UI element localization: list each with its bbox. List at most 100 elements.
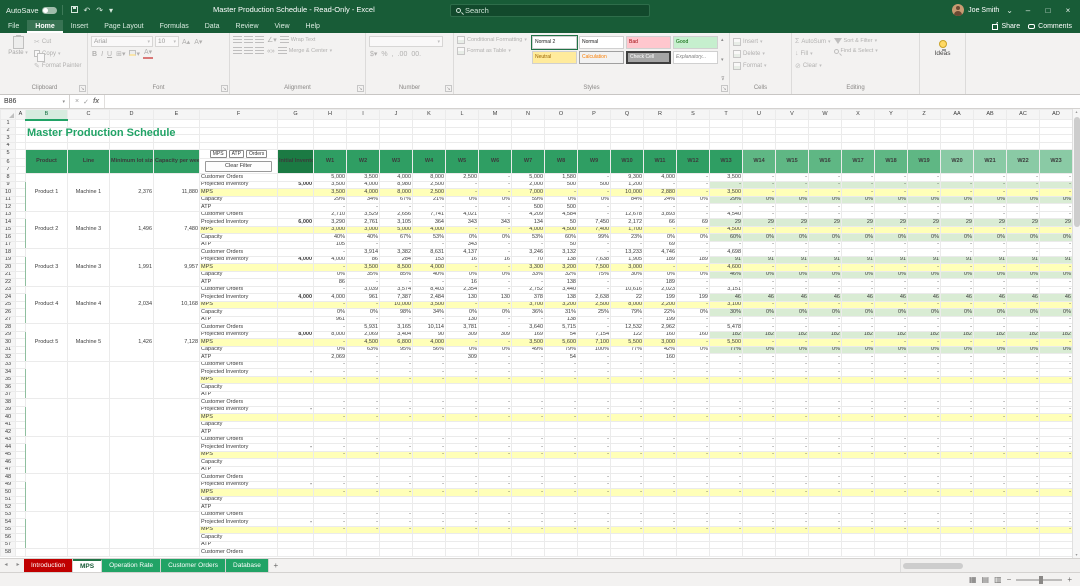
grid-cell[interactable]: - bbox=[874, 488, 908, 497]
week-cell[interactable]: - bbox=[1006, 180, 1040, 189]
week-cell[interactable]: 0% bbox=[907, 308, 941, 317]
row-header[interactable]: 46 bbox=[0, 458, 16, 467]
metric-label[interactable]: ATP bbox=[199, 278, 278, 287]
metric-label[interactable]: Capacity bbox=[199, 383, 278, 392]
week-cell[interactable]: 182 bbox=[874, 330, 908, 339]
grid-cell[interactable] bbox=[412, 141, 446, 150]
grid-cell[interactable] bbox=[15, 368, 26, 377]
grid-cell[interactable] bbox=[841, 495, 875, 504]
row-header[interactable]: 34 bbox=[0, 368, 16, 377]
grid-cell[interactable] bbox=[709, 533, 743, 542]
row-header[interactable]: 38 bbox=[0, 398, 16, 407]
week-cell[interactable]: - bbox=[841, 248, 875, 257]
week-cell[interactable]: - bbox=[742, 278, 776, 287]
week-cell[interactable]: - bbox=[841, 315, 875, 324]
grid-cell[interactable]: - bbox=[577, 473, 611, 482]
grid-cell[interactable]: - bbox=[346, 473, 380, 482]
week-cell[interactable]: 153 bbox=[412, 255, 446, 264]
grid-cell[interactable] bbox=[775, 548, 809, 557]
initial-inventory-cell[interactable] bbox=[277, 278, 314, 287]
week-cell[interactable]: 0% bbox=[907, 345, 941, 354]
grid-cell[interactable] bbox=[478, 428, 512, 437]
week-cell[interactable]: 79% bbox=[544, 345, 578, 354]
row-header[interactable]: 36 bbox=[0, 383, 16, 392]
grid-cell[interactable] bbox=[15, 180, 26, 189]
grid-cell[interactable]: - bbox=[478, 360, 512, 369]
filter-button-mps[interactable]: MPS bbox=[209, 150, 227, 158]
grid-cell[interactable] bbox=[445, 383, 479, 392]
grid-cell[interactable] bbox=[775, 503, 809, 512]
week-cell[interactable]: 7,638 bbox=[577, 255, 611, 264]
page-break-view-icon[interactable]: ▥ bbox=[994, 575, 1002, 584]
week-cell[interactable]: - bbox=[478, 300, 512, 309]
week-cell[interactable]: 0% bbox=[973, 270, 1007, 279]
week-cell[interactable]: 33% bbox=[511, 270, 545, 279]
grid-cell[interactable] bbox=[277, 465, 314, 474]
grid-cell[interactable] bbox=[1006, 141, 1040, 150]
week-cell[interactable]: 8,500 bbox=[379, 263, 413, 272]
week-cell[interactable]: 7,100 bbox=[577, 338, 611, 347]
grid-cell[interactable]: - bbox=[1039, 435, 1072, 444]
header-product[interactable]: Product bbox=[25, 149, 68, 174]
week-cell[interactable]: - bbox=[1039, 188, 1072, 197]
grid-cell[interactable]: - bbox=[1006, 398, 1040, 407]
grid-cell[interactable]: - bbox=[742, 488, 776, 497]
metric-label[interactable]: Capacity bbox=[199, 458, 278, 467]
week-header-W22[interactable]: W22 bbox=[1006, 149, 1040, 174]
font-dialog-launcher[interactable]: ↘ bbox=[221, 85, 228, 92]
underline-button[interactable]: U bbox=[106, 51, 113, 58]
grid-cell[interactable] bbox=[808, 503, 842, 512]
grid-cell[interactable] bbox=[709, 465, 743, 474]
grid-cell[interactable]: - bbox=[277, 518, 314, 527]
grid-cell[interactable] bbox=[676, 533, 710, 542]
grid-cell[interactable]: - bbox=[973, 405, 1007, 414]
grid-cell[interactable]: - bbox=[511, 368, 545, 377]
week-header-W13[interactable]: W13 bbox=[709, 149, 743, 174]
grid-cell[interactable] bbox=[907, 540, 941, 549]
week-cell[interactable]: 23% bbox=[610, 233, 644, 242]
autosave-toggle[interactable]: AutoSave bbox=[6, 6, 57, 15]
week-cell[interactable]: 0% bbox=[1006, 345, 1040, 354]
grid-cell[interactable]: - bbox=[412, 435, 446, 444]
week-cell[interactable]: - bbox=[874, 285, 908, 294]
grid-cell[interactable] bbox=[153, 473, 200, 512]
week-cell[interactable]: - bbox=[313, 285, 347, 294]
grid-cell[interactable] bbox=[775, 119, 809, 128]
grid-cell[interactable] bbox=[775, 495, 809, 504]
grid-cell[interactable] bbox=[1039, 119, 1072, 128]
grid-cell[interactable] bbox=[15, 480, 26, 489]
grid-cell[interactable]: - bbox=[874, 360, 908, 369]
grid-cell[interactable] bbox=[544, 126, 578, 135]
grid-cell[interactable] bbox=[109, 548, 154, 557]
week-cell[interactable]: 77% bbox=[610, 345, 644, 354]
week-cell[interactable]: - bbox=[808, 315, 842, 324]
week-cell[interactable]: - bbox=[379, 278, 413, 287]
week-cell[interactable]: - bbox=[478, 353, 512, 362]
ribbon-tab-file[interactable]: File bbox=[0, 20, 27, 33]
row-header[interactable]: 37 bbox=[0, 390, 16, 399]
grid-cell[interactable]: - bbox=[577, 413, 611, 422]
grid-cell[interactable]: - bbox=[874, 480, 908, 489]
grid-cell[interactable] bbox=[511, 503, 545, 512]
grid-cell[interactable]: - bbox=[577, 480, 611, 489]
initial-inventory-cell[interactable] bbox=[277, 210, 314, 219]
column-header-Z[interactable]: Z bbox=[907, 109, 941, 120]
grid-cell[interactable] bbox=[577, 458, 611, 467]
grid-cell[interactable] bbox=[577, 119, 611, 128]
grid-cell[interactable]: - bbox=[412, 510, 446, 519]
grid-cell[interactable]: - bbox=[445, 450, 479, 459]
grid-cell[interactable] bbox=[643, 119, 677, 128]
grid-cell[interactable] bbox=[15, 525, 26, 534]
ribbon-tab-data[interactable]: Data bbox=[197, 20, 228, 33]
grid-cell[interactable]: - bbox=[643, 480, 677, 489]
week-cell[interactable]: 25% bbox=[577, 308, 611, 317]
metric-label[interactable]: Customer Orders bbox=[199, 473, 278, 482]
week-cell[interactable]: 67% bbox=[379, 233, 413, 242]
grid-cell[interactable]: - bbox=[610, 488, 644, 497]
week-cell[interactable]: - bbox=[940, 285, 974, 294]
vertical-scroll-thumb[interactable] bbox=[1073, 117, 1080, 227]
grid-cell[interactable] bbox=[511, 548, 545, 557]
grid-cell[interactable] bbox=[15, 240, 26, 249]
grid-cell[interactable]: - bbox=[1006, 405, 1040, 414]
grid-cell[interactable]: - bbox=[346, 480, 380, 489]
